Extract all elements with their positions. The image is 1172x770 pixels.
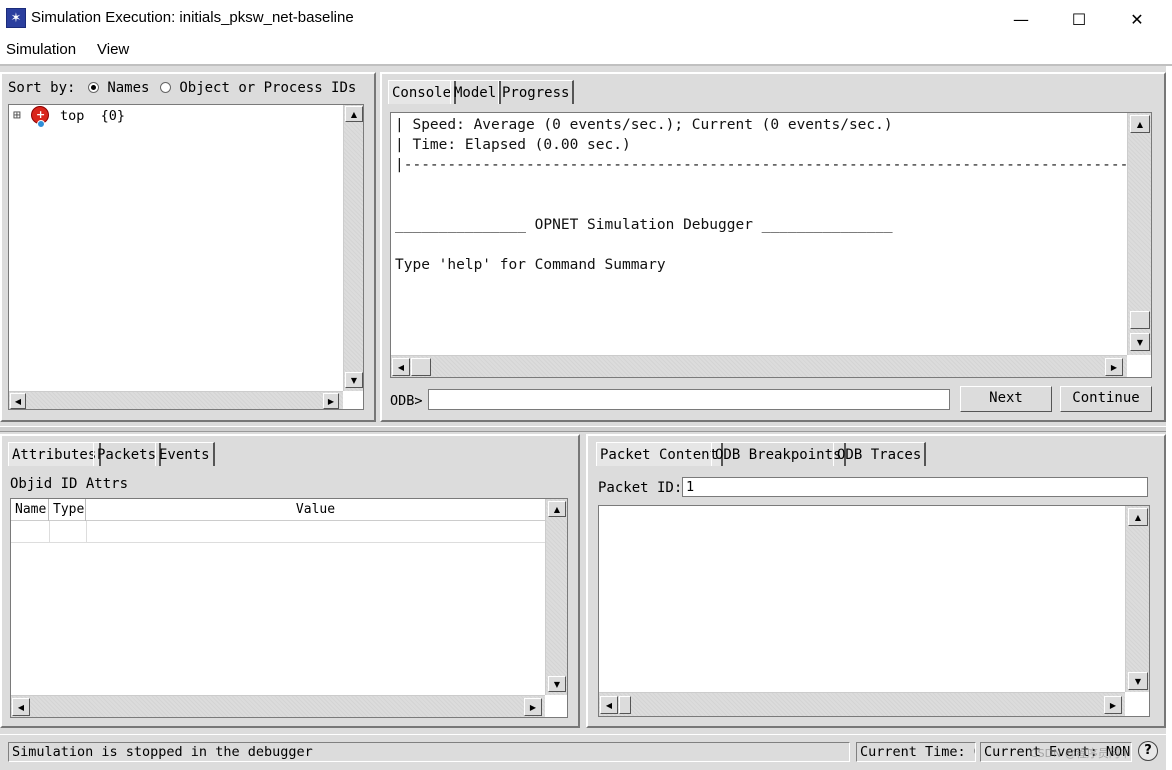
minimize-button[interactable]: —	[992, 0, 1050, 38]
radio-names[interactable]	[87, 82, 99, 93]
watermark: CSDN @程序员阿中	[1030, 747, 1131, 760]
tree-node-label[interactable]: top	[60, 108, 84, 124]
cell-divider	[86, 521, 87, 543]
close-button[interactable]: ✕	[1108, 0, 1166, 38]
packet-vscroll[interactable]: ▲ ▼	[1125, 506, 1149, 692]
tab-odb-breakpoints[interactable]: ODB Breakpoints	[711, 442, 847, 466]
menu-simulation[interactable]: Simulation	[6, 41, 76, 58]
maximize-button[interactable]: ☐	[1050, 0, 1108, 38]
tab-events[interactable]: Events	[155, 442, 215, 466]
tab-model[interactable]: Model	[450, 80, 502, 104]
odb-prompt-label: ODB>	[390, 393, 423, 409]
scroll-right-icon[interactable]: ▶	[1104, 696, 1122, 714]
node-icon-dot	[37, 120, 45, 128]
attributes-hscroll[interactable]: ◀ ▶	[11, 695, 545, 717]
packet-content-view[interactable]: ▲ ▼ ◀ ▶	[598, 505, 1150, 717]
attributes-table[interactable]: Name Type Value ▲ ▼ ◀ ▶	[10, 498, 568, 718]
radio-object-ids[interactable]	[159, 82, 171, 93]
window-title: Simulation Execution: initials_pksw_net-…	[31, 9, 354, 26]
attributes-vscroll[interactable]: ▲ ▼	[545, 499, 567, 695]
menu-bar: Simulation View	[0, 38, 1172, 64]
packet-hscroll[interactable]: ◀ ▶	[599, 692, 1125, 716]
scroll-left-icon[interactable]: ◀	[10, 393, 26, 409]
scroll-left-icon[interactable]: ◀	[12, 698, 30, 716]
scroll-up-icon[interactable]: ▲	[1128, 508, 1148, 526]
sort-by-label: Sort by:	[8, 80, 76, 96]
next-button[interactable]: Next	[960, 386, 1052, 412]
status-current-time: Current Time: 0	[856, 742, 976, 762]
console-line: Type 'help' for Command Summary	[395, 257, 666, 273]
horizontal-splitter[interactable]	[0, 426, 1166, 432]
tab-progress[interactable]: Progress	[498, 80, 575, 104]
tab-console[interactable]: Console	[388, 80, 457, 104]
sort-by-row: Sort by: Names Object or Process IDs	[8, 80, 356, 96]
console-line: |---------------------------------------…	[395, 157, 1152, 173]
help-icon[interactable]: ?	[1138, 741, 1158, 761]
expand-icon[interactable]: ⊞	[13, 108, 21, 123]
console-output[interactable]: | Speed: Average (0 events/sec.); Curren…	[390, 112, 1152, 378]
tree-node-top[interactable]: top {0}	[60, 108, 125, 124]
star-icon[interactable]: ✶	[6, 8, 26, 28]
scroll-thumb[interactable]	[1130, 311, 1150, 329]
column-header-type[interactable]: Type	[49, 499, 86, 521]
tab-odb-traces[interactable]: ODB Traces	[833, 442, 927, 466]
scroll-up-icon[interactable]: ▲	[1130, 115, 1150, 133]
menu-view[interactable]: View	[97, 41, 129, 58]
table-header: Name Type Value	[11, 499, 545, 521]
packet-id-label: Packet ID:	[598, 480, 683, 496]
tab-attributes[interactable]: Attributes	[8, 442, 102, 466]
tab-packet-content[interactable]: Packet Content	[596, 442, 724, 466]
packet-id-input[interactable]: 1	[682, 477, 1148, 497]
radio-object-ids-label[interactable]: Object or Process IDs	[179, 80, 356, 96]
window-edge	[1166, 66, 1172, 770]
scroll-down-icon[interactable]: ▼	[1130, 333, 1150, 351]
column-header-name[interactable]: Name	[11, 499, 49, 521]
scroll-down-icon[interactable]: ▼	[548, 676, 566, 692]
attributes-header: Objid ID Attrs	[10, 476, 129, 492]
status-message: Simulation is stopped in the debugger	[8, 742, 850, 762]
tree-vscroll[interactable]: ▲ ▼	[343, 105, 363, 391]
column-header-value[interactable]: Value	[86, 499, 545, 521]
scroll-thumb[interactable]	[411, 358, 431, 376]
scroll-down-icon[interactable]: ▼	[345, 372, 363, 388]
scroll-right-icon[interactable]: ▶	[323, 393, 339, 409]
console-hscroll[interactable]: ◀ ▶	[391, 355, 1127, 377]
console-line: _______________ OPNET Simulation Debugge…	[395, 217, 893, 233]
scroll-up-icon[interactable]: ▲	[345, 106, 363, 122]
console-line: | Speed: Average (0 events/sec.); Curren…	[395, 117, 893, 133]
tab-packets[interactable]: Packets	[93, 442, 162, 466]
continue-button[interactable]: Continue	[1060, 386, 1152, 412]
radio-names-label[interactable]: Names	[107, 80, 149, 96]
console-vscroll[interactable]: ▲ ▼	[1127, 113, 1151, 355]
scroll-right-icon[interactable]: ▶	[1105, 358, 1123, 376]
scroll-left-icon[interactable]: ◀	[600, 696, 618, 714]
scroll-right-icon[interactable]: ▶	[524, 698, 542, 716]
scroll-thumb[interactable]	[619, 696, 631, 714]
cell-divider	[49, 521, 50, 543]
table-row[interactable]	[11, 521, 545, 543]
odb-command-input[interactable]	[428, 389, 950, 410]
scroll-down-icon[interactable]: ▼	[1128, 672, 1148, 690]
node-icon: +	[31, 106, 49, 128]
console-line: | Time: Elapsed (0.00 sec.)	[395, 137, 631, 153]
title-bar: ✶ Simulation Execution: initials_pksw_ne…	[0, 0, 1172, 38]
tree-node-id: {0}	[100, 108, 126, 124]
tree-hscroll[interactable]: ◀ ▶	[9, 391, 343, 409]
scroll-up-icon[interactable]: ▲	[548, 501, 566, 517]
scroll-left-icon[interactable]: ◀	[392, 358, 410, 376]
tree-view[interactable]: ⊞ + top {0} ▲ ▼ ◀ ▶	[8, 104, 364, 410]
